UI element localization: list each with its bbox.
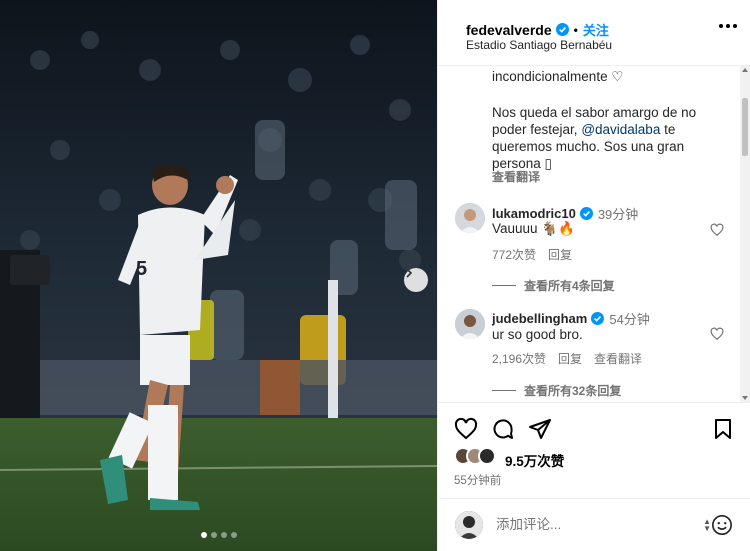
comment-username[interactable]: lukamodric10 — [492, 206, 576, 221]
bookmark-save-icon[interactable] — [711, 417, 735, 441]
player-photo: 5 — [0, 0, 437, 551]
avatar[interactable] — [455, 203, 485, 233]
avatar — [455, 511, 483, 539]
emoji-icon[interactable] — [711, 514, 733, 536]
caption-paragraph: Nos queda el sabor amargo de no poder fe… — [492, 104, 732, 172]
comment-header: judebellingham 54分钟 — [492, 309, 650, 328]
add-comment-bar: ▲▼ — [438, 498, 750, 551]
comment-time[interactable]: 39分钟 — [598, 204, 638, 223]
comment-likes[interactable]: 2,196次赞 — [492, 350, 546, 367]
post-actions: 9.5万次赞 55分钟前 — [438, 402, 750, 498]
svg-text:5: 5 — [136, 258, 147, 280]
post-side-panel: fedevalverde • 关注 Estadio Santiago Berna… — [437, 0, 750, 551]
separator: • — [573, 22, 578, 37]
comment-input[interactable] — [496, 517, 676, 532]
comment-translate-link[interactable]: 查看翻译 — [594, 350, 642, 367]
next-slide-button[interactable] — [404, 268, 428, 292]
comments-list[interactable]: incondicionalmente ♡ Nos queda el sabor … — [438, 66, 750, 402]
comment-time[interactable]: 54分钟 — [609, 309, 649, 328]
chevron-right-icon — [406, 268, 413, 278]
carousel-dot — [230, 532, 237, 538]
carousel-indicator — [0, 532, 437, 538]
verified-badge-icon — [579, 207, 593, 220]
post-photo[interactable]: 5 — [0, 0, 437, 551]
share-send-icon[interactable] — [528, 417, 552, 441]
comment-likes[interactable]: 772次赞 — [492, 246, 536, 263]
avatar[interactable] — [455, 309, 485, 339]
carousel-dot — [220, 532, 227, 538]
verified-badge-icon — [591, 312, 605, 325]
follow-button[interactable]: 关注 — [583, 20, 609, 39]
location-link[interactable]: Estadio Santiago Bernabéu — [466, 38, 612, 52]
view-replies-label: 查看所有32条回复 — [524, 384, 622, 398]
reply-button[interactable]: 回复 — [548, 246, 572, 263]
likes-count[interactable]: 9.5万次赞 — [505, 450, 564, 470]
liker-avatars[interactable] — [454, 447, 496, 465]
caption-translate-link[interactable]: 查看翻译 — [492, 168, 540, 185]
view-replies-button[interactable]: 查看所有4条回复 — [492, 277, 615, 294]
reply-button[interactable]: 回复 — [558, 350, 582, 367]
avatar — [478, 447, 496, 465]
comment-text: ur so good bro. — [492, 327, 583, 342]
view-replies-label: 查看所有4条回复 — [524, 279, 615, 293]
comments-scrollbar[interactable] — [740, 66, 750, 402]
post-header: fedevalverde • 关注 Estadio Santiago Berna… — [438, 0, 750, 66]
author-username[interactable]: fedevalverde — [466, 22, 552, 38]
carousel-dot — [200, 532, 207, 538]
scroll-down-arrow-icon[interactable] — [742, 396, 748, 400]
carousel-dot — [210, 532, 217, 538]
scroll-up-arrow-icon[interactable] — [742, 68, 748, 72]
comment-text: Vauuuu 🐐🔥 — [492, 221, 575, 236]
post-timestamp[interactable]: 55分钟前 — [454, 472, 501, 488]
comment-meta: 772次赞 回复 — [492, 246, 572, 263]
heart-icon[interactable] — [710, 327, 724, 341]
comment-bubble-icon[interactable] — [491, 417, 515, 441]
author-line: fedevalverde • 关注 — [466, 20, 609, 39]
verified-badge-icon — [555, 23, 569, 36]
comment-username[interactable]: judebellingham — [492, 311, 587, 326]
comment-meta: 2,196次赞 回复 查看翻译 — [492, 350, 642, 367]
mention-link[interactable]: @davidalaba — [581, 122, 660, 137]
caption-line: incondicionalmente ♡ — [492, 69, 624, 84]
input-stepper-icon[interactable]: ▲ ▼ — [703, 518, 711, 533]
more-options-icon[interactable] — [719, 24, 737, 28]
scrollbar-thumb[interactable] — [742, 98, 748, 156]
like-heart-icon[interactable] — [454, 417, 478, 441]
view-replies-button[interactable]: 查看所有32条回复 — [492, 382, 621, 399]
heart-icon[interactable] — [710, 223, 724, 237]
